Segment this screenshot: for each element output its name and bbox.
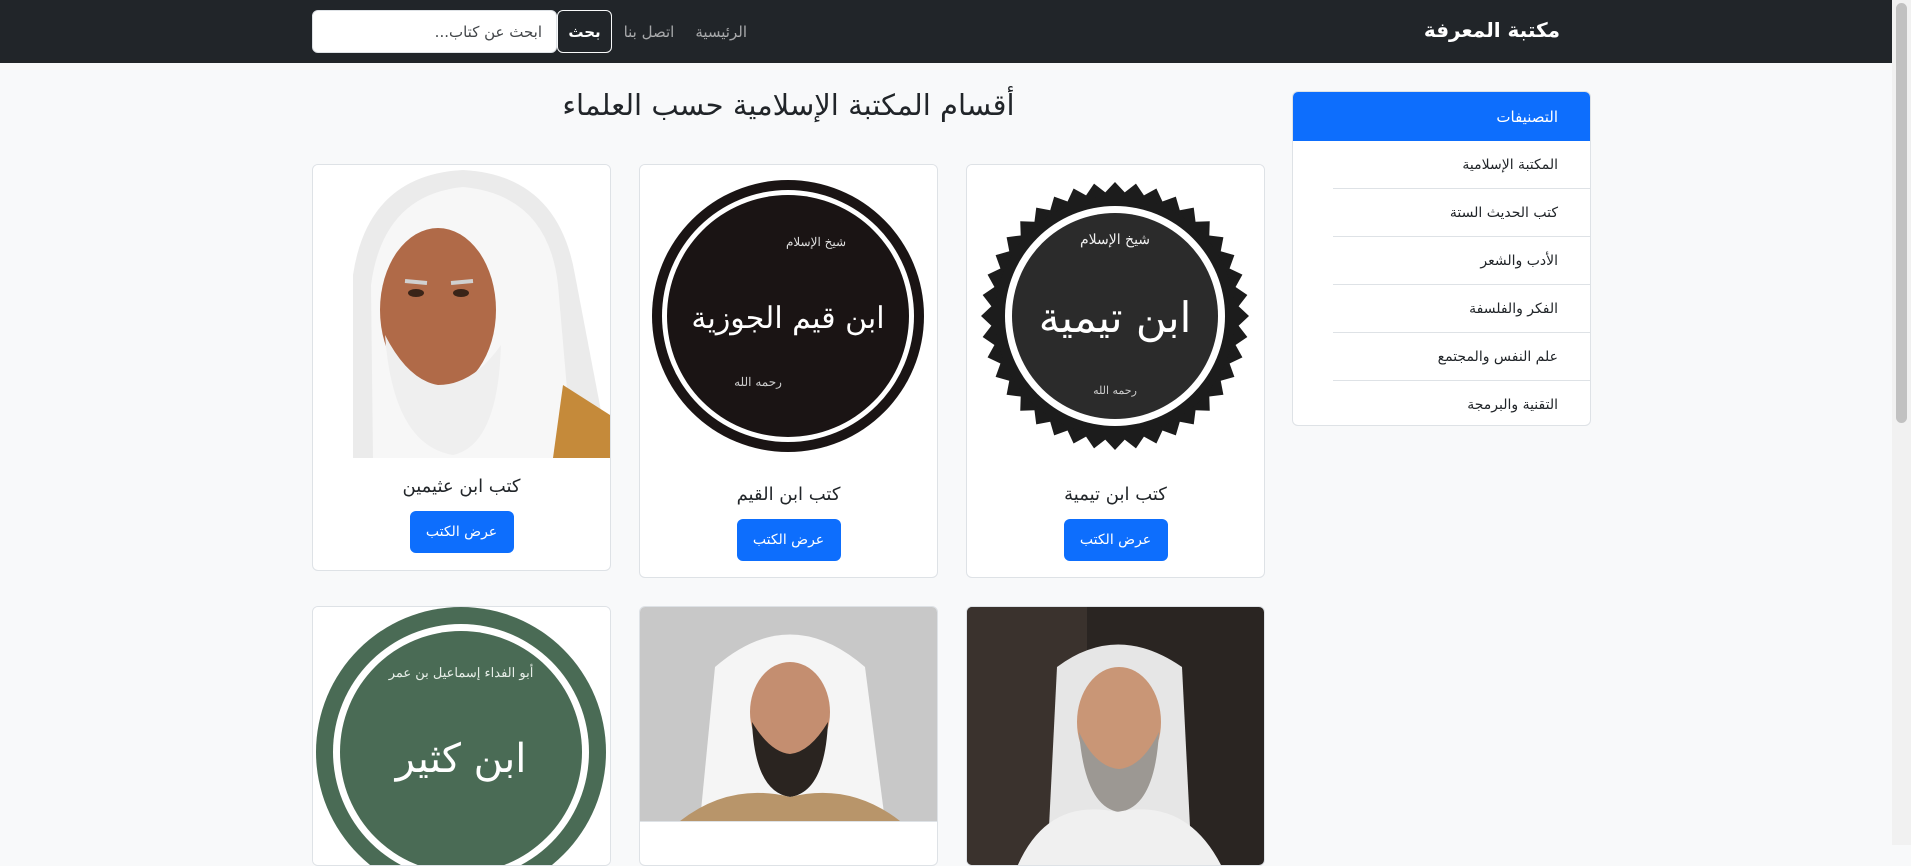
- card-title: كتب ابن القيم: [736, 484, 841, 505]
- sidebar-item-hadith-books[interactable]: كتب الحديث الستة: [1333, 189, 1590, 237]
- seal-top-text: شيخ الإسلام: [786, 235, 846, 250]
- page-scrollbar[interactable]: [1892, 0, 1911, 845]
- scholar-card-ibn-taymiyyah: شيخ الإسلام ابن تيمية رحمه الله كتب ابن …: [966, 164, 1265, 578]
- sidebar-item-tech-programming[interactable]: التقنية والبرمجة: [1333, 381, 1590, 425]
- scrollbar-thumb[interactable]: [1896, 3, 1907, 423]
- view-books-button[interactable]: عرض الكتب: [736, 519, 841, 561]
- seal-top-text: أبو الفداء إسماعيل بن عمر: [388, 664, 534, 681]
- view-books-button[interactable]: عرض الكتب: [409, 511, 514, 553]
- seal-bottom-text: رحمه الله: [734, 375, 782, 389]
- view-books-button[interactable]: عرض الكتب: [1063, 519, 1168, 561]
- scholar-card-4: [966, 606, 1265, 866]
- ibn-taymiyyah-seal-image: شيخ الإسلام ابن تيمية رحمه الله: [967, 165, 1264, 466]
- seal-top-text: شيخ الإسلام: [1080, 232, 1150, 248]
- seal-main-text: ابن تيمية: [1039, 293, 1192, 343]
- ibn-kathir-seal-image: أبو الفداء إسماعيل بن عمر ابن كثير: [313, 607, 610, 865]
- seal-main-text: ابن قيم الجوزية: [691, 301, 884, 336]
- card-title: كتب ابن تيمية: [1064, 484, 1167, 505]
- sidebar-header: التصنيفات: [1293, 92, 1590, 141]
- page-title: أقسام المكتبة الإسلامية حسب العلماء: [562, 88, 1015, 122]
- scholar-photo: [967, 607, 1264, 865]
- scholar-photo: [640, 607, 937, 822]
- ibn-uthaymeen-photo: [313, 165, 610, 458]
- scholar-card-ibn-kathir: أبو الفداء إسماعيل بن عمر ابن كثير: [312, 606, 611, 866]
- ibn-qayyim-seal-image: شيخ الإسلام ابن قيم الجوزية رحمه الله: [640, 165, 937, 466]
- nav-links: الرئيسية اتصل بنا: [624, 0, 747, 63]
- seal-bottom-text: رحمه الله: [1093, 384, 1137, 397]
- scholar-card-ibn-qayyim: شيخ الإسلام ابن قيم الجوزية رحمه الله كت…: [639, 164, 938, 578]
- top-navbar: مكتبة المعرفة الرئيسية اتصل بنا بحث: [0, 0, 1911, 63]
- search-input[interactable]: [312, 10, 557, 53]
- seal-main-text: ابن كثير: [394, 736, 527, 782]
- nav-contact-link[interactable]: اتصل بنا: [624, 23, 675, 41]
- nav-home-link[interactable]: الرئيسية: [695, 23, 747, 41]
- scholar-card-5: [639, 606, 938, 866]
- brand-logo-text[interactable]: مكتبة المعرفة: [1424, 0, 1560, 63]
- sidebar-item-thought-philosophy[interactable]: الفكر والفلسفة: [1333, 285, 1590, 333]
- sidebar-item-psychology-society[interactable]: علم النفس والمجتمع: [1333, 333, 1590, 381]
- search-button[interactable]: بحث: [557, 10, 612, 53]
- scholar-card-ibn-uthaymeen: كتب ابن عثيمين عرض الكتب: [312, 164, 611, 571]
- sidebar-item-islamic-library[interactable]: المكتبة الإسلامية: [1333, 141, 1590, 189]
- sidebar-item-literature-poetry[interactable]: الأدب والشعر: [1333, 237, 1590, 285]
- categories-sidebar: التصنيفات المكتبة الإسلامية كتب الحديث ا…: [1292, 91, 1591, 426]
- card-title: كتب ابن عثيمين: [402, 476, 521, 497]
- search-form: بحث: [312, 10, 614, 53]
